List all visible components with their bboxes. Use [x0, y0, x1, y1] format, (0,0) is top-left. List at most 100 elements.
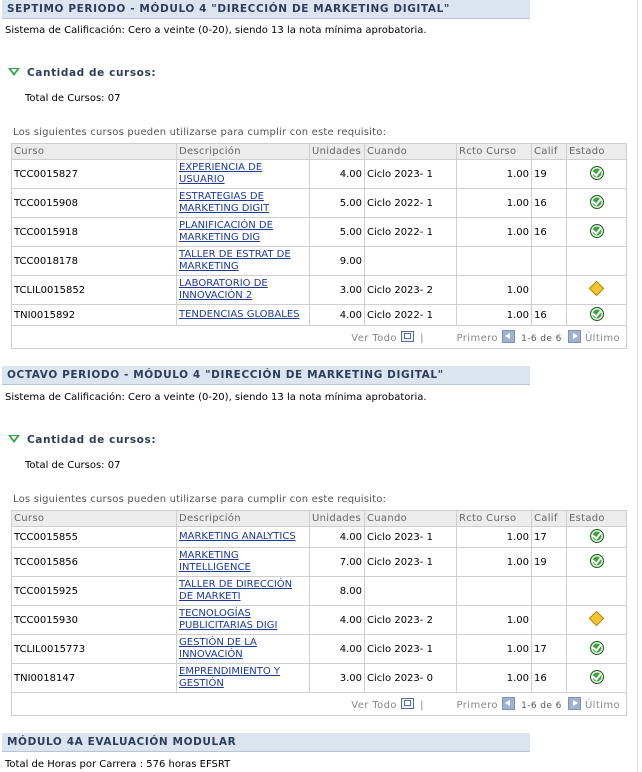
- cell-curso: TNI0015892: [11, 304, 177, 326]
- cell-cuando: [364, 246, 457, 276]
- prev-page-icon[interactable]: [501, 330, 515, 343]
- cell-calif: [531, 246, 567, 276]
- view-all-link[interactable]: Ver Todo: [351, 333, 397, 344]
- cell-cuando: Ciclo 2022- 1: [364, 304, 457, 326]
- cell-calif: [531, 576, 567, 606]
- next-page-icon[interactable]: [568, 330, 582, 343]
- cell-curso: TCC0015925: [11, 576, 177, 606]
- courses-table-septimo: Curso Descripción Unidades Cuando Rcto C…: [11, 143, 627, 349]
- courses-table-octavo: Curso Descripción Unidades Cuando Rcto C…: [11, 510, 627, 716]
- col-estado: Estado: [566, 510, 627, 527]
- course-link[interactable]: EXPERIENCIA DE USUARIO: [179, 162, 307, 186]
- cell-rcto: 1.00: [456, 217, 532, 247]
- cell-cuando: Ciclo 2023- 0: [364, 663, 457, 693]
- footer-separator: |: [420, 700, 424, 711]
- course-link[interactable]: EMPRENDIMIENTO Y GESTIÓN: [179, 666, 307, 690]
- cell-calif: 16: [531, 663, 567, 693]
- col-curso: Curso: [11, 510, 177, 527]
- cell-curso: TCC0018178: [11, 246, 177, 276]
- first-link[interactable]: Primero: [457, 333, 498, 344]
- course-link[interactable]: ESTRATEGIAS DE MARKETING DIGIT: [179, 191, 307, 215]
- green-check-circle-icon: [589, 640, 604, 655]
- cell-curso: TCC0015908: [11, 188, 177, 218]
- section-header-septimo: SEPTIMO PERIODO - MÓDULO 4 "DIRECCIÓN DE…: [2, 0, 530, 19]
- cell-curso: TCC0015918: [11, 217, 177, 247]
- grading-system-text: Sistema de Calificación: Cero a veinte (…: [5, 25, 427, 36]
- section-header-modular: MÓDULO 4A EVALUACIÓN MODULAR: [2, 733, 530, 752]
- table-row: TCC0015930 TECNOLOGÍAS PUBLICITARIAS DIGI…: [11, 605, 627, 635]
- cell-cuando: Ciclo 2023- 2: [364, 275, 457, 305]
- cell-calif: 17: [531, 634, 567, 664]
- last-link[interactable]: Último: [585, 333, 620, 344]
- cell-calif: [531, 605, 567, 635]
- footer-separator: |: [420, 333, 424, 344]
- course-link[interactable]: TALLER DE ESTRAT DE MARKETING: [179, 249, 307, 273]
- green-check-circle-icon: [589, 553, 604, 568]
- cell-rcto: 1.00: [456, 159, 532, 189]
- course-link[interactable]: TALLER DE DIRECCIÓN DE MARKETI: [179, 579, 307, 603]
- cell-curso: TNI0018147: [11, 663, 177, 693]
- course-link[interactable]: MARKETING INTELLIGENCE: [179, 550, 307, 574]
- table-row: TCC0015908 ESTRATEGIAS DE MARKETING DIGIT…: [11, 188, 627, 218]
- table-row: TCLIL0015773 GESTIÓN DE LA INNOVACIÓN 4.0…: [11, 634, 627, 664]
- collapse-triangle-icon[interactable]: [8, 435, 20, 443]
- cell-unidades: 3.00: [309, 275, 365, 305]
- cell-unidades: 5.00: [309, 188, 365, 218]
- course-count-label: Cantidad de cursos:: [27, 434, 157, 446]
- cell-curso: TCC0015856: [11, 547, 177, 577]
- course-link[interactable]: MARKETING ANALYTICS: [179, 531, 307, 543]
- yellow-diamond-warning-icon: [588, 280, 605, 297]
- green-check-circle-icon: [589, 165, 604, 180]
- course-link[interactable]: TECNOLOGÍAS PUBLICITARIAS DIGI: [179, 608, 307, 632]
- cell-unidades: 3.00: [309, 663, 365, 693]
- table-row: TCC0015827 EXPERIENCIA DE USUARIO 4.00 Ci…: [11, 159, 627, 189]
- green-check-circle-icon: [589, 306, 604, 321]
- green-check-circle-icon: [589, 194, 604, 209]
- table-footer: Ver Todo | Primero 1-6 de 6 Último: [11, 692, 627, 716]
- page-range: 1-6 de 6: [521, 701, 562, 711]
- cell-curso: TCC0015930: [11, 605, 177, 635]
- course-count-label: Cantidad de cursos:: [27, 67, 157, 79]
- cell-calif: 16: [531, 188, 567, 218]
- collapse-triangle-icon[interactable]: [8, 68, 20, 76]
- green-check-circle-icon: [589, 528, 604, 543]
- cell-unidades: 7.00: [309, 547, 365, 577]
- cell-rcto: 1.00: [456, 663, 532, 693]
- cell-calif: 19: [531, 547, 567, 577]
- cell-cuando: Ciclo 2022- 1: [364, 188, 457, 218]
- total-courses: Total de Cursos: 07: [25, 460, 121, 471]
- cell-rcto: 1.00: [456, 634, 532, 664]
- col-curso: Curso: [11, 143, 177, 160]
- zoom-grid-icon[interactable]: [400, 331, 414, 342]
- course-link[interactable]: GESTIÓN DE LA INNOVACIÓN: [179, 637, 307, 661]
- prev-page-icon[interactable]: [501, 697, 515, 710]
- view-all-link[interactable]: Ver Todo: [351, 700, 397, 711]
- total-courses: Total de Cursos: 07: [25, 93, 121, 104]
- cell-cuando: Ciclo 2023- 1: [364, 547, 457, 577]
- table-row: TNI0015892 TENDENCIAS GLOBALES 4.00 Cicl…: [11, 304, 627, 326]
- cell-rcto: 1.00: [456, 188, 532, 218]
- course-link[interactable]: PLANIFICACIÓN DE MARKETING DIG: [179, 220, 307, 244]
- table-row: TCC0015918 PLANIFICACIÓN DE MARKETING DIG…: [11, 217, 627, 247]
- course-link[interactable]: TENDENCIAS GLOBALES: [179, 309, 307, 321]
- cell-cuando: Ciclo 2023- 2: [364, 605, 457, 635]
- yellow-diamond-warning-icon: [588, 610, 605, 627]
- green-check-circle-icon: [589, 669, 604, 684]
- last-link[interactable]: Último: [585, 700, 620, 711]
- table-row: TNI0018147 EMPRENDIMIENTO Y GESTIÓN 3.00 …: [11, 663, 627, 693]
- course-link[interactable]: LABORATORIO DE INNOVACIÓN 2: [179, 278, 307, 302]
- col-calif: Calif: [531, 143, 567, 160]
- first-link[interactable]: Primero: [457, 700, 498, 711]
- cell-unidades: 4.00: [309, 304, 365, 326]
- cell-calif: 16: [531, 217, 567, 247]
- table-header-row: Curso Descripción Unidades Cuando Rcto C…: [11, 143, 627, 160]
- cell-rcto: 1.00: [456, 605, 532, 635]
- cell-unidades: 9.00: [309, 246, 365, 276]
- cell-calif: 19: [531, 159, 567, 189]
- table-row: TCLIL0015852 LABORATORIO DE INNOVACIÓN 2 …: [11, 275, 627, 305]
- cell-cuando: [364, 576, 457, 606]
- zoom-grid-icon[interactable]: [400, 698, 414, 709]
- cell-curso: TCC0015855: [11, 526, 177, 548]
- cell-estado: [566, 576, 627, 606]
- next-page-icon[interactable]: [568, 697, 582, 710]
